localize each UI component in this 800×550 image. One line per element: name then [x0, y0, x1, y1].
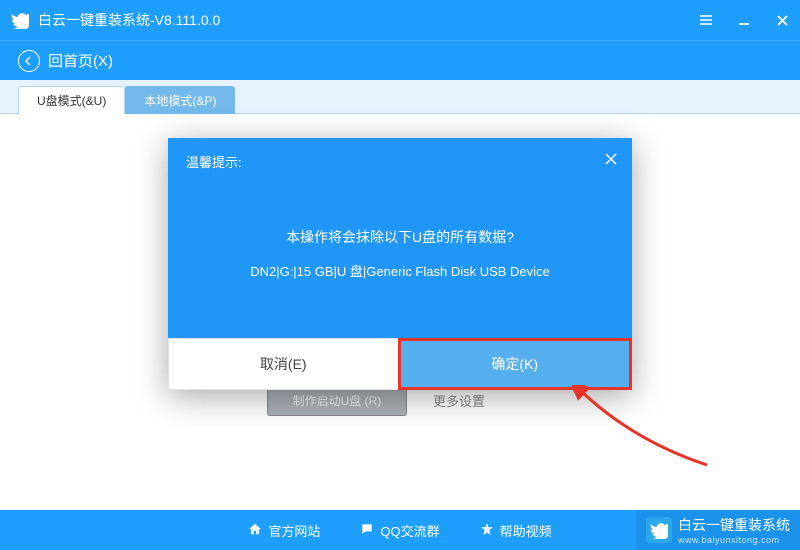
menu-icon[interactable]	[698, 12, 714, 28]
dialog-title: 温馨提示:	[186, 152, 614, 171]
minimize-icon[interactable]	[736, 12, 752, 28]
confirm-dialog: 温馨提示: 本操作将会抹除以下U盘的所有数据? DN2|G:|15 GB|U 盘…	[168, 138, 632, 390]
app-title: 白云一键重装系统-V8.111.0.0	[38, 10, 698, 30]
window-controls	[698, 12, 790, 28]
footer-brand: 白云一键重装系统 www.baiyunxitong.com	[636, 510, 800, 550]
back-label: 回首页(X)	[48, 50, 113, 71]
ok-button[interactable]: 确定(K)	[401, 341, 630, 387]
dialog-close-icon[interactable]	[604, 152, 618, 171]
close-icon[interactable]	[774, 12, 790, 28]
ok-button-highlight: 确定(K)	[398, 338, 633, 390]
footer: 官方网站 QQ交流群 帮助视频 白云一键重装系统 www.baiyunxiton…	[0, 510, 800, 550]
back-bar[interactable]: 回首页(X)	[0, 40, 800, 80]
brand-url: www.baiyunxitong.com	[678, 535, 790, 545]
brand-bird-icon	[646, 517, 672, 543]
back-arrow-icon	[18, 50, 40, 72]
tab-local-mode[interactable]: 本地模式(&P)	[125, 86, 235, 114]
titlebar: 白云一键重装系统-V8.111.0.0	[0, 0, 800, 40]
footer-help-video[interactable]: 帮助视频	[480, 521, 552, 540]
footer-help-label: 帮助视频	[500, 521, 552, 540]
footer-official-site[interactable]: 官方网站	[248, 521, 320, 540]
dialog-actions: 取消(E) 确定(K)	[168, 338, 632, 390]
app-logo-icon	[10, 10, 30, 30]
dialog-body: 本操作将会抹除以下U盘的所有数据? DN2|G:|15 GB|U 盘|Gener…	[186, 219, 614, 289]
brand-text: 白云一键重装系统 www.baiyunxitong.com	[678, 515, 790, 545]
footer-qq-label: QQ交流群	[380, 521, 439, 540]
dialog-header: 温馨提示: 本操作将会抹除以下U盘的所有数据? DN2|G:|15 GB|U 盘…	[168, 138, 632, 338]
footer-qq-group[interactable]: QQ交流群	[360, 521, 439, 540]
dialog-device-info: DN2|G:|15 GB|U 盘|Generic Flash Disk USB …	[186, 255, 614, 289]
brand-name: 白云一键重装系统	[678, 515, 790, 535]
star-icon	[480, 522, 494, 539]
chat-icon	[360, 522, 374, 539]
footer-site-label: 官方网站	[268, 521, 320, 540]
tab-strip: U盘模式(&U) 本地模式(&P)	[0, 80, 800, 114]
home-icon	[248, 522, 262, 539]
cancel-button[interactable]: 取消(E)	[168, 338, 398, 390]
tab-usb-mode[interactable]: U盘模式(&U)	[18, 86, 125, 114]
dialog-warning-text: 本操作将会抹除以下U盘的所有数据?	[186, 219, 614, 255]
